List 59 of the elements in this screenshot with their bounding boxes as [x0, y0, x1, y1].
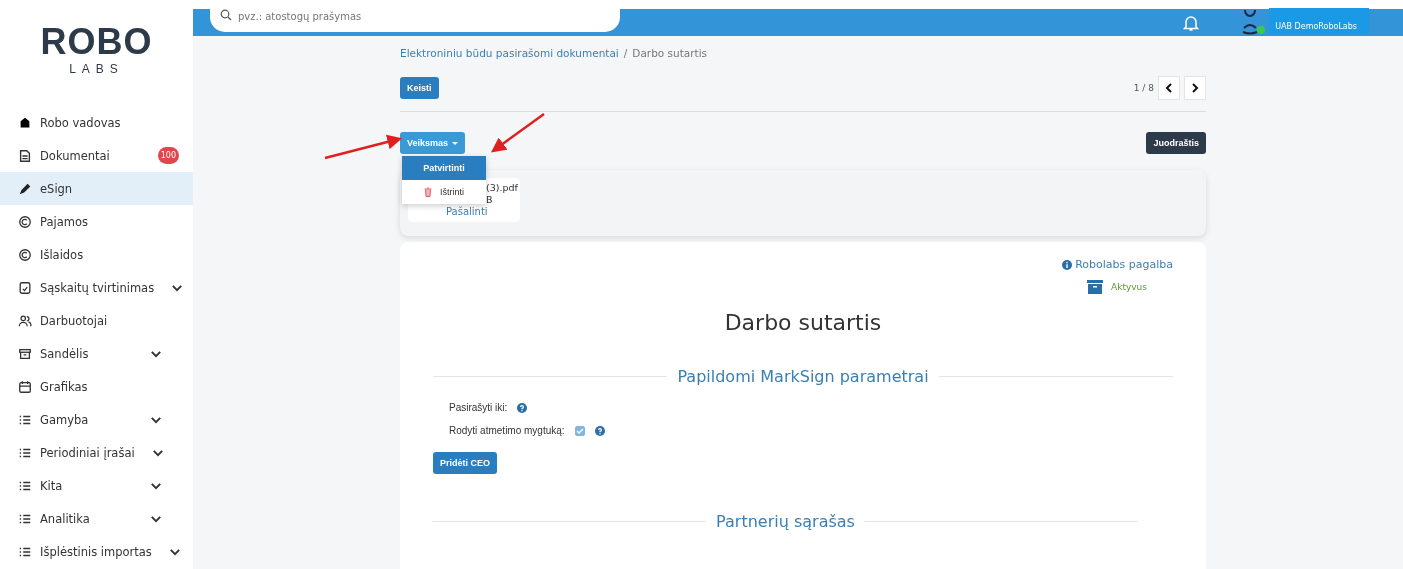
next-button[interactable]	[1184, 76, 1206, 100]
sidebar-item[interactable]: Darbuotojai	[0, 304, 193, 337]
help-link[interactable]: Robolabs pagalba	[1062, 258, 1173, 271]
count-badge: 100	[157, 147, 179, 164]
info-icon	[1062, 259, 1073, 270]
breadcrumb-current: Darbo sutartis	[632, 47, 708, 59]
status-button[interactable]: Juodraštis	[1146, 131, 1206, 154]
field-label: Pasirašyti iki:	[449, 402, 508, 413]
sidebar-item[interactable]: Kita	[0, 469, 193, 502]
archive-box-icon	[1087, 280, 1104, 294]
page-counter: 1 / 8	[1133, 83, 1154, 93]
sidebar-item[interactable]: Periodiniai įrašai	[0, 436, 193, 469]
menu-item[interactable]: Patvirtinti	[402, 156, 486, 180]
home-icon	[18, 115, 32, 130]
document-title: Darbo sutartis	[724, 310, 882, 335]
sidebar-item[interactable]: Dokumentai 100	[0, 139, 193, 172]
edit-button[interactable]: Keisti	[400, 77, 439, 99]
remove-link[interactable]: Pašalinti	[446, 206, 488, 218]
search-input[interactable]: pvz.: atostogų prašymas	[238, 6, 610, 26]
archive-box-icon	[18, 346, 32, 361]
add-ceo-button[interactable]: Pridėti CEO	[433, 452, 497, 474]
coin-icon	[18, 214, 32, 229]
trash-icon	[424, 187, 432, 197]
menu-item[interactable]: Ištrinti	[402, 180, 486, 204]
sidebar-item[interactable]: Sąskaitų tvirtinimas	[0, 271, 193, 304]
pen-icon	[18, 181, 32, 196]
chevron-left-icon	[1165, 83, 1173, 93]
checked-document-icon	[18, 280, 32, 295]
sidebar-item[interactable]: Gamyba	[0, 403, 193, 436]
search-icon	[220, 9, 232, 21]
sidebar-item[interactable]: Pajamos	[0, 205, 193, 238]
sidebar-item[interactable]: Analitika	[0, 502, 193, 535]
document-icon	[18, 148, 32, 163]
checkbox[interactable]	[574, 425, 585, 436]
bell-icon[interactable]	[1183, 14, 1200, 32]
sidebar-item[interactable]: Robo vadovas	[0, 106, 193, 139]
breadcrumb-separator: /	[623, 47, 628, 59]
previous-button[interactable]	[1158, 76, 1180, 100]
sidebar-item[interactable]: Išlaidos	[0, 238, 193, 271]
file-size: B	[486, 194, 493, 206]
sidebar-item[interactable]: Sandėlis	[0, 337, 193, 370]
logo-title: ROBO	[40, 24, 153, 60]
section-heading: Papildomi MarkSign parametrai	[677, 367, 929, 386]
sidebar-item[interactable]: Grafikas	[0, 370, 193, 403]
logo-subtitle: LABS	[69, 62, 124, 76]
breadcrumb-link[interactable]: Elektroniniu būdu pasirašomi dokumentai	[400, 47, 619, 59]
status-label: Aktyvus	[1111, 282, 1147, 292]
coin-icon	[18, 247, 32, 262]
section-heading: Partnerių sąrašas	[716, 512, 855, 531]
help-icon[interactable]	[517, 402, 528, 413]
help-icon[interactable]	[594, 425, 605, 436]
file-name: (3).pdf	[486, 182, 518, 194]
field-label: Rodyti atmetimo mygtuką:	[449, 425, 565, 436]
calendar-icon	[18, 379, 32, 394]
sidebar-item[interactable]: Išplėstinis importas	[0, 535, 193, 568]
people-icon	[18, 313, 32, 328]
annotation-arrow	[490, 113, 545, 153]
sidebar-item[interactable]: eSign	[0, 172, 193, 205]
chevron-right-icon	[1191, 83, 1199, 93]
